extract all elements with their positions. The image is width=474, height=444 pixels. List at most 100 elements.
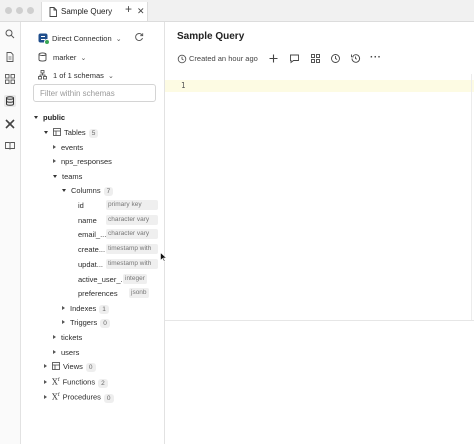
indexes-count-badge: 1: [99, 305, 109, 314]
columns-label: Columns: [71, 186, 101, 195]
tab-label: Sample Query: [61, 7, 113, 16]
table-name: events: [61, 143, 84, 152]
table-icon: [52, 362, 60, 372]
more-icon[interactable]: ···: [370, 52, 382, 64]
views-label: Views: [63, 362, 83, 371]
column-name[interactable]: preferences: [78, 289, 118, 298]
tables-count-badge: 5: [88, 129, 99, 138]
query-editor-pane: Sample Query Created an hour ago ··· 1: [165, 22, 474, 444]
editor-active-line[interactable]: 1: [165, 80, 474, 92]
caret-down-icon: [62, 189, 66, 192]
caret-down-icon: [44, 131, 48, 134]
line-number: 1: [181, 81, 186, 90]
plus-icon[interactable]: +: [125, 2, 132, 16]
functions-label: Functions: [62, 377, 96, 387]
procedures-group[interactable]: Xf Procedures 0: [44, 392, 114, 403]
column-name[interactable]: email_...: [78, 230, 106, 239]
views-group[interactable]: Views 0: [44, 362, 96, 372]
clock-icon[interactable]: [330, 53, 342, 65]
caret-right-icon: [53, 145, 56, 149]
procedures-count-badge: 0: [103, 393, 114, 403]
schemas-label: 1 of 1 schemas: [53, 71, 104, 80]
column-name[interactable]: id: [78, 201, 84, 210]
column-type-badge: jsonb: [129, 288, 149, 298]
page-title[interactable]: Sample Query: [177, 31, 244, 42]
column-type-badge: integer: [123, 274, 147, 284]
caret-down-icon: [53, 175, 57, 178]
comment-icon[interactable]: [289, 53, 301, 65]
columns-count-badge: 7: [103, 187, 114, 196]
tables-group[interactable]: Tables 5: [44, 128, 99, 138]
search-icon[interactable]: [4, 28, 16, 40]
table-name: teams: [62, 172, 83, 181]
schema-tree-icon: [38, 70, 47, 82]
table-item[interactable]: users: [53, 348, 79, 357]
connection-name: Direct Connection: [52, 34, 112, 43]
table-item[interactable]: nps_responses: [53, 157, 112, 166]
document-icon[interactable]: [4, 51, 16, 63]
columns-group[interactable]: Columns 7: [62, 186, 114, 196]
column-name[interactable]: create...: [78, 245, 105, 254]
plus-icon[interactable]: [268, 53, 280, 65]
schemas-selector[interactable]: 1 of 1 schemas ⌄: [38, 70, 114, 82]
procedures-label: Procedures: [62, 392, 101, 402]
grid-icon[interactable]: [310, 53, 322, 65]
column-name[interactable]: updat...: [78, 260, 103, 269]
views-count-badge: 0: [85, 363, 96, 372]
close-icon[interactable]: ✕: [137, 6, 145, 17]
caret-right-icon: [44, 364, 47, 368]
caret-right-icon: [44, 379, 47, 384]
function-icon: Xf: [52, 392, 60, 402]
connection-icon: [38, 33, 50, 45]
schema-sidebar: Direct Connection ⌄ marker ⌄ 1 of 1 sche…: [21, 22, 165, 444]
results-divider[interactable]: [165, 320, 474, 321]
caret-right-icon: [62, 306, 65, 310]
table-item[interactable]: teams: [53, 172, 82, 181]
tables-label: Tables: [64, 128, 86, 137]
title-bar: Sample Query ✕ +: [0, 0, 474, 22]
column-type-badge: character vary: [106, 229, 158, 239]
triggers-group[interactable]: Triggers 0: [62, 318, 110, 328]
connection-selector[interactable]: Direct Connection ⌄: [38, 33, 122, 45]
schema-filter-input[interactable]: [33, 84, 156, 102]
column-name[interactable]: name: [78, 216, 97, 225]
created-timestamp: Created an hour ago: [189, 54, 258, 63]
history-icon[interactable]: [350, 53, 362, 65]
caret-down-icon: [34, 116, 38, 119]
table-item[interactable]: events: [53, 143, 83, 152]
caret-right-icon: [53, 335, 56, 339]
column-type-badge: timestamp with: [106, 244, 158, 254]
functions-count-badge: 2: [98, 378, 108, 388]
activity-bar: [0, 22, 21, 444]
table-icon: [53, 128, 61, 138]
functions-group[interactable]: Xf Functions 2: [44, 377, 108, 388]
window-minimize-dot[interactable]: [16, 7, 23, 14]
triggers-label: Triggers: [70, 318, 98, 327]
database-icon[interactable]: [4, 95, 16, 107]
refresh-icon[interactable]: [134, 32, 144, 44]
table-name: nps_responses: [61, 157, 112, 166]
column-type-badge: primary key: [106, 200, 158, 210]
table-name: tickets: [61, 333, 83, 342]
caret-right-icon: [44, 394, 47, 399]
window-zoom-dot[interactable]: [27, 7, 34, 14]
status-dot: [44, 39, 50, 45]
editor-scroll-edge: [471, 74, 472, 320]
indexes-label: Indexes: [70, 304, 97, 313]
book-icon[interactable]: [4, 140, 16, 152]
mouse-cursor-icon: [160, 251, 168, 264]
plugin-icon[interactable]: [4, 118, 16, 130]
column-type-badge: timestamp with: [106, 259, 158, 269]
schema-public[interactable]: public: [34, 113, 65, 122]
schema-name: public: [43, 113, 66, 122]
caret-right-icon: [53, 350, 56, 354]
column-name[interactable]: active_user_...: [78, 275, 127, 284]
function-icon: Xf: [52, 377, 60, 387]
database-name: marker: [53, 53, 77, 62]
grid-icon[interactable]: [4, 73, 16, 85]
window-close-dot[interactable]: [5, 7, 12, 14]
database-selector[interactable]: marker ⌄: [38, 52, 86, 64]
table-item[interactable]: tickets: [53, 333, 82, 342]
indexes-group[interactable]: Indexes 1: [62, 304, 109, 314]
triggers-count-badge: 0: [100, 319, 110, 328]
